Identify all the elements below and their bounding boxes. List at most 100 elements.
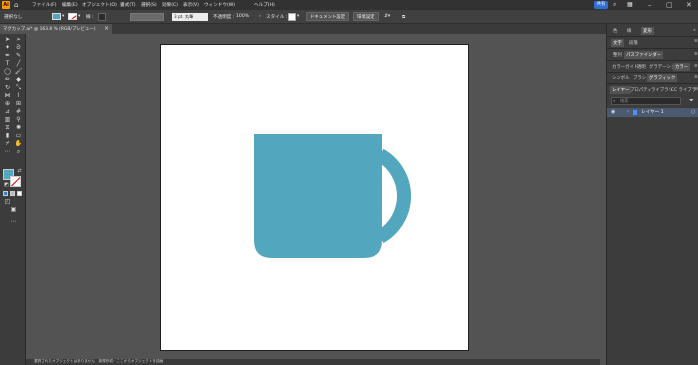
- panel-collapse-icon[interactable]: «: [691, 27, 698, 34]
- direct-selection-icon[interactable]: ➢: [14, 36, 23, 44]
- ellipse-tool-icon[interactable]: ◯: [3, 68, 12, 76]
- menu-file[interactable]: ファイル(F): [32, 2, 57, 8]
- tab-align[interactable]: 整列: [611, 51, 624, 59]
- layer-row[interactable]: ◉ › レイヤー 1 ○: [607, 108, 698, 117]
- menu-help[interactable]: ヘルプ(H): [254, 2, 275, 8]
- artboard-tool-icon[interactable]: ▭: [14, 132, 23, 140]
- menu-select[interactable]: 選択(S): [141, 2, 157, 8]
- layers-search-input[interactable]: ⌕ 検索: [611, 97, 681, 105]
- search-placeholder: 検索: [620, 98, 629, 103]
- target-icon[interactable]: ○: [691, 109, 695, 115]
- tab-pathfinder[interactable]: パスファインダー: [624, 51, 664, 59]
- edit-toolbar-icon[interactable]: ⋯: [3, 148, 12, 156]
- magic-wand-icon[interactable]: ✦: [3, 44, 12, 52]
- fill-swatch[interactable]: [52, 13, 61, 20]
- tab-swatch-color[interactable]: カラー: [673, 63, 691, 71]
- panel-menu-icon[interactable]: ≡: [692, 74, 698, 81]
- search-icon[interactable]: ⌕: [613, 1, 616, 9]
- document-tab[interactable]: マグカップ.ai* @ 163.8 % (RGB/プレビュー) ×: [0, 24, 112, 34]
- gradient-icon[interactable]: ▥: [3, 116, 12, 124]
- line-tool-icon[interactable]: ╱: [14, 60, 23, 68]
- filter-icon[interactable]: ⏷: [687, 96, 696, 106]
- stroke-color-box[interactable]: [10, 176, 21, 187]
- graph-tool-icon[interactable]: ▮: [3, 132, 12, 140]
- screen-mode-icon[interactable]: ▣: [9, 206, 18, 214]
- mug-artwork[interactable]: [160, 44, 469, 351]
- home-icon[interactable]: ⌂: [14, 1, 18, 9]
- perspective-icon[interactable]: ⊿: [3, 108, 12, 116]
- tab-character[interactable]: 文字: [611, 39, 624, 47]
- tab-paragraph[interactable]: 段落: [627, 39, 640, 47]
- curvature-icon[interactable]: ✎: [14, 52, 23, 60]
- opacity-value[interactable]: 100%: [236, 14, 249, 19]
- tab-stroke[interactable]: 線: [625, 27, 633, 35]
- panel-menu-icon[interactable]: ≡: [692, 86, 698, 93]
- tab-transparency[interactable]: 透明: [635, 63, 648, 71]
- close-icon[interactable]: ✕: [686, 1, 692, 9]
- share-button[interactable]: 共有: [594, 1, 608, 9]
- panel-menu-icon[interactable]: ≡: [692, 38, 698, 45]
- tab-color[interactable]: 色: [611, 27, 619, 35]
- draw-mode-icon[interactable]: ◰: [3, 198, 12, 206]
- mesh-icon[interactable]: #: [14, 108, 23, 116]
- zoom-tool-icon[interactable]: ⌕: [14, 148, 23, 156]
- document-setup-button[interactable]: ドキュメント設定: [306, 12, 350, 21]
- menu-window[interactable]: ウィンドウ(W): [204, 2, 235, 8]
- symbol-sprayer-icon[interactable]: ✺: [14, 124, 23, 132]
- eraser-icon[interactable]: ◆: [14, 76, 23, 84]
- close-tab-icon[interactable]: ×: [104, 25, 109, 32]
- blend-icon[interactable]: ⧖: [3, 124, 12, 132]
- warp-icon[interactable]: ⌇: [14, 92, 23, 100]
- graphic-style-swatch[interactable]: [288, 13, 296, 21]
- rotate-icon[interactable]: ↻: [3, 84, 12, 92]
- stroke-weight-field[interactable]: [98, 13, 106, 21]
- arrange-documents-icon[interactable]: ⇵▾: [384, 14, 390, 19]
- default-colors-icon[interactable]: ◩: [2, 181, 11, 189]
- paintbrush-icon[interactable]: 🖌: [14, 68, 23, 76]
- chevron-down-icon[interactable]: ▾: [297, 14, 299, 19]
- tab-brushes[interactable]: ブラシ: [631, 74, 648, 82]
- chevron-down-icon[interactable]: ▾: [62, 14, 64, 19]
- brush-definition[interactable]: 3 pt. 丸筆: [172, 13, 208, 21]
- selection-tool-icon[interactable]: ➤: [3, 36, 12, 44]
- menu-edit[interactable]: 編集(E): [62, 2, 78, 8]
- width-tool-icon[interactable]: ⋈: [3, 92, 12, 100]
- menu-type[interactable]: 書式(T): [120, 2, 136, 8]
- eye-icon[interactable]: ◉: [611, 109, 615, 115]
- type-tool-icon[interactable]: T: [3, 60, 12, 68]
- tab-transform[interactable]: 変形: [641, 27, 654, 35]
- gradient-mode-button[interactable]: [10, 191, 15, 196]
- shape-builder-icon[interactable]: ⊕: [3, 100, 12, 108]
- more-tools-icon[interactable]: ⋯: [9, 218, 18, 226]
- arrange-icon[interactable]: ▦: [627, 1, 633, 8]
- swap-fill-stroke-icon[interactable]: ⇄: [15, 167, 24, 175]
- panel-menu-icon[interactable]: ≡: [692, 51, 698, 58]
- panel-menu-icon[interactable]: ≡: [692, 63, 698, 70]
- menu-effect[interactable]: 効果(C): [162, 2, 178, 8]
- minimize-icon[interactable]: –: [648, 1, 652, 9]
- stroke-swatch[interactable]: [68, 13, 77, 20]
- chevron-right-icon[interactable]: ›: [627, 109, 629, 115]
- eyedropper-icon[interactable]: ⚲: [14, 116, 23, 124]
- maximize-icon[interactable]: ▢: [666, 1, 673, 9]
- layer-name[interactable]: レイヤー 1: [641, 109, 664, 115]
- hand-tool-icon[interactable]: ✋: [14, 140, 23, 148]
- live-paint-icon[interactable]: ⊞: [14, 100, 23, 108]
- slice-tool-icon[interactable]: ⌿: [3, 140, 12, 148]
- pencil-icon[interactable]: ✏: [3, 76, 12, 84]
- color-mode-button[interactable]: [3, 191, 8, 196]
- scale-icon[interactable]: ⤡: [14, 84, 23, 92]
- chevron-right-icon[interactable]: ›: [259, 14, 261, 19]
- lasso-icon[interactable]: ᘐ: [14, 44, 23, 52]
- pen-icon[interactable]: ✒: [3, 52, 12, 60]
- menu-view[interactable]: 表示(V): [183, 2, 199, 8]
- artboard[interactable]: [160, 44, 469, 351]
- none-mode-button[interactable]: [17, 191, 22, 196]
- external-link-icon[interactable]: ⧉: [402, 14, 405, 20]
- chevron-down-icon[interactable]: ▾: [78, 14, 80, 19]
- preferences-button[interactable]: 環境設定: [353, 12, 379, 21]
- menu-object[interactable]: オブジェクト(O): [82, 2, 117, 8]
- tab-graphic-styles[interactable]: グラフィック: [647, 74, 678, 82]
- variable-width-profile[interactable]: [130, 13, 164, 21]
- tab-symbols[interactable]: シンボル: [610, 74, 632, 82]
